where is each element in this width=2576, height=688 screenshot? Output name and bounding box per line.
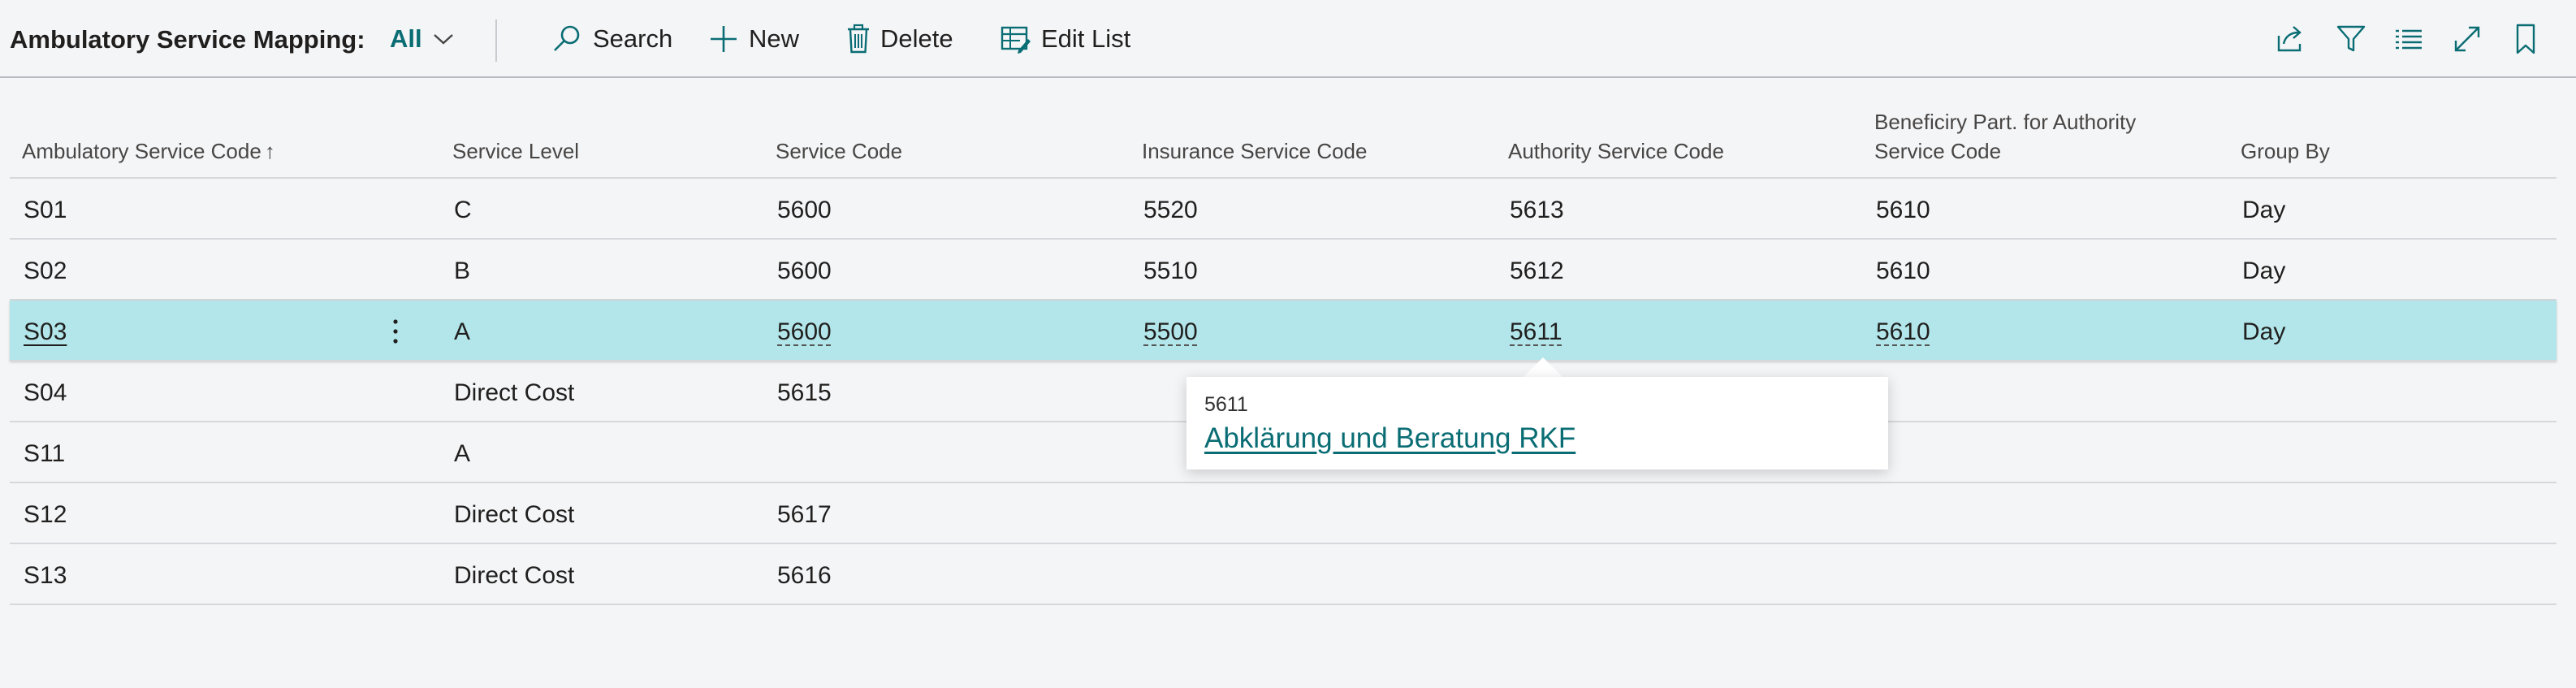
column-header-label: Ambulatory Service Code — [22, 139, 261, 163]
cell-service-code[interactable]: 5600 — [777, 197, 832, 224]
column-header-group-by[interactable]: Group By — [2241, 136, 2330, 166]
new-button[interactable]: New — [708, 21, 799, 57]
column-header-label-line1: Beneficiry Part. for Authority — [1874, 110, 2137, 134]
popup-description-link[interactable]: Abklärung und Beratung RKF — [1204, 422, 1575, 455]
bookmark-icon[interactable] — [2509, 23, 2542, 55]
table-row[interactable]: S01 C 5600 5520 5613 5610 Day — [10, 179, 2557, 240]
toolbar-divider — [495, 19, 497, 62]
table-row[interactable]: S12 Direct Cost 5617 — [10, 483, 2557, 544]
expand-icon[interactable] — [2451, 23, 2483, 55]
service-mapping-table: Ambulatory Service Code ↑ Service Level S… — [10, 78, 2557, 605]
table-row[interactable]: S02 B 5600 5510 5612 5610 Day — [10, 240, 2557, 301]
column-header-service-code[interactable]: Service Code — [776, 136, 902, 166]
plus-icon — [708, 24, 739, 54]
cell-insurance-service-code[interactable]: 5510 — [1143, 257, 1198, 285]
row-actions-menu-icon[interactable] — [383, 317, 408, 346]
cell-service-code[interactable]: 5600 — [777, 257, 832, 285]
column-header-ambulatory-service-code[interactable]: Ambulatory Service Code ↑ — [22, 136, 275, 166]
cell-group-by: Day — [2242, 257, 2286, 284]
cell-group-by: Day — [2242, 197, 2286, 223]
search-button[interactable]: Search — [551, 21, 672, 57]
cell-service-level: Direct Cost — [454, 379, 575, 406]
delete-button[interactable]: Delete — [846, 21, 953, 57]
cell-service-code[interactable]: 5617 — [777, 501, 832, 529]
popup-pointer — [1524, 357, 1562, 377]
cell-ambulatory-service-code[interactable]: S04 — [24, 379, 67, 407]
cell-service-code[interactable]: 5616 — [777, 562, 832, 590]
edit-list-button-label: Edit List — [1041, 24, 1131, 53]
edit-list-button[interactable]: Edit List — [1001, 21, 1130, 57]
table-row-selected[interactable]: S03 A 5600 5500 5611 5610 Day — [10, 301, 2557, 361]
cell-service-level: C — [454, 197, 472, 223]
cell-service-level: Direct Cost — [454, 562, 575, 589]
delete-button-label: Delete — [880, 24, 953, 53]
search-button-label: Search — [593, 24, 673, 53]
table-row[interactable]: S13 Direct Cost 5616 — [10, 544, 2557, 605]
page-title: Ambulatory Service Mapping: — [10, 25, 365, 54]
lookup-popup: 5611 Abklärung und Beratung RKF — [1186, 377, 1888, 469]
cell-service-code[interactable]: 5600 — [777, 318, 832, 346]
cell-beneficiary-part[interactable]: 5610 — [1876, 257, 1930, 285]
sort-ascending-icon: ↑ — [264, 139, 275, 163]
trash-icon — [846, 24, 871, 54]
cell-ambulatory-service-code[interactable]: S11 — [24, 440, 65, 468]
cell-ambulatory-service-code[interactable]: S03 — [24, 318, 67, 346]
cell-ambulatory-service-code[interactable]: S13 — [24, 562, 67, 590]
cell-ambulatory-service-code[interactable]: S01 — [24, 197, 67, 224]
cell-authority-service-code[interactable]: 5612 — [1510, 257, 1564, 285]
cell-ambulatory-service-code[interactable]: S02 — [24, 257, 67, 285]
chevron-down-icon — [432, 32, 455, 46]
cell-insurance-service-code[interactable]: 5520 — [1143, 197, 1198, 224]
cell-beneficiary-part[interactable]: 5610 — [1876, 318, 1930, 346]
share-icon[interactable] — [2274, 23, 2306, 55]
list-view-icon[interactable] — [2392, 23, 2425, 55]
cell-service-level: Direct Cost — [454, 501, 575, 528]
cell-service-level: B — [454, 257, 471, 284]
cell-service-code[interactable]: 5615 — [777, 379, 832, 407]
popup-code: 5611 — [1204, 393, 1248, 416]
cell-ambulatory-service-code[interactable]: S12 — [24, 501, 67, 529]
view-selector[interactable]: All — [390, 21, 455, 57]
column-header-label-line2: Service Code — [1874, 139, 2002, 163]
column-header-insurance-service-code[interactable]: Insurance Service Code — [1142, 136, 1367, 166]
new-button-label: New — [749, 24, 800, 53]
action-bar: Ambulatory Service Mapping: All Search N… — [0, 0, 2576, 78]
column-header-authority-service-code[interactable]: Authority Service Code — [1508, 136, 1724, 166]
cell-insurance-service-code[interactable]: 5500 — [1143, 318, 1198, 346]
cell-authority-service-code[interactable]: 5611 — [1510, 318, 1562, 346]
view-selector-label: All — [390, 24, 422, 53]
table-header: Ambulatory Service Code ↑ Service Level S… — [10, 78, 2557, 179]
search-icon — [551, 23, 583, 55]
column-header-beneficiary-part[interactable]: Beneficiry Part. for Authority Service C… — [1874, 107, 2136, 166]
cell-service-level: A — [454, 318, 471, 345]
cell-group-by: Day — [2242, 318, 2286, 345]
filter-icon[interactable] — [2335, 23, 2367, 55]
cell-service-level: A — [454, 440, 471, 467]
column-header-service-level[interactable]: Service Level — [452, 136, 579, 166]
cell-beneficiary-part[interactable]: 5610 — [1876, 197, 1930, 224]
edit-list-icon — [1001, 24, 1031, 54]
cell-authority-service-code[interactable]: 5613 — [1510, 197, 1564, 224]
